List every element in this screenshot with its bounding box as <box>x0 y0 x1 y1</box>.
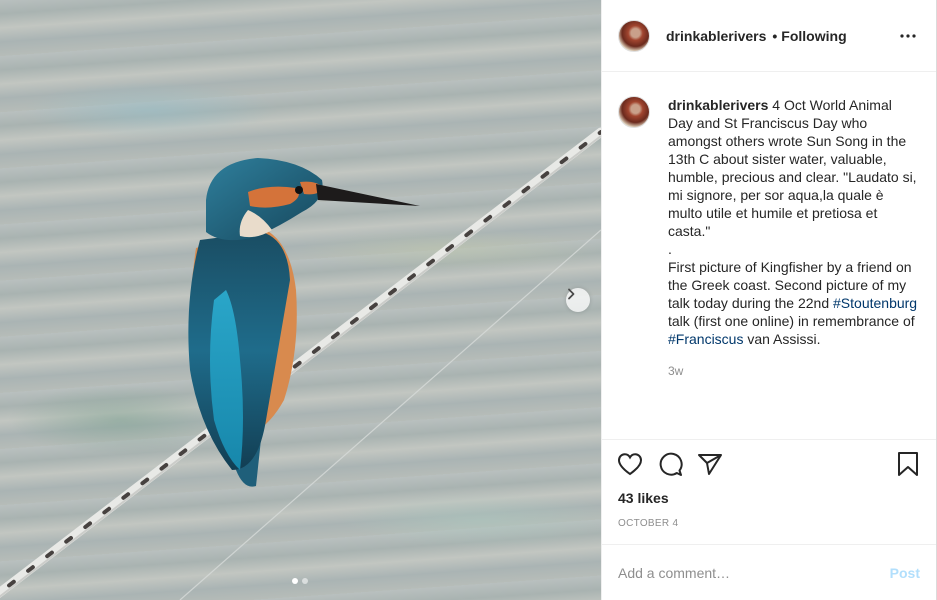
caption-avatar[interactable] <box>618 96 650 128</box>
post-actions-section: 43 likes OCTOBER 4 Post <box>602 439 936 600</box>
likes-count[interactable]: 43 likes <box>602 488 936 508</box>
kingfisher <box>188 158 420 487</box>
comments-area: drinkablerivers 4 Oct World Animal Day a… <box>602 72 936 439</box>
post-comment-button[interactable]: Post <box>890 565 920 581</box>
caption-text-part-2: talk (first one online) in remembrance o… <box>668 313 915 329</box>
carousel-indicator <box>292 578 308 584</box>
hashtag-link[interactable]: #Franciscus <box>668 331 743 347</box>
add-comment-bar: Post <box>602 544 936 600</box>
post-date[interactable]: OCTOBER 4 <box>602 512 936 536</box>
following-button[interactable]: Following <box>781 28 846 44</box>
heart-icon <box>617 453 643 476</box>
caption-username[interactable]: drinkablerivers <box>668 97 768 113</box>
header-separator: • <box>772 27 778 44</box>
header-username[interactable]: drinkablerivers <box>666 28 766 44</box>
caption-text-part-3: van Assissi. <box>743 331 821 347</box>
more-horizontal-icon <box>900 33 916 38</box>
caption-time-ago[interactable]: 3w <box>668 362 920 380</box>
carousel-dot <box>302 578 308 584</box>
kingfisher-photo <box>0 127 601 600</box>
caption-text-part-1: 4 Oct World Animal Day and St Franciscus… <box>668 97 917 311</box>
chevron-right-icon <box>568 288 575 300</box>
next-slide-button[interactable] <box>566 288 590 312</box>
avatar[interactable] <box>618 19 650 52</box>
paper-plane-icon <box>698 454 722 475</box>
caption-text: drinkablerivers 4 Oct World Animal Day a… <box>668 96 920 348</box>
comment-input[interactable] <box>618 564 890 581</box>
post-side-panel: drinkablerivers • Following drinkableriv… <box>601 0 937 600</box>
like-button[interactable] <box>610 444 650 484</box>
bookmark-icon <box>898 452 918 476</box>
comment-button[interactable] <box>650 444 690 484</box>
caption: drinkablerivers 4 Oct World Animal Day a… <box>618 88 920 380</box>
share-button[interactable] <box>690 444 730 484</box>
action-bar <box>602 440 936 488</box>
comment-icon <box>659 452 683 476</box>
post-image[interactable] <box>0 0 601 600</box>
more-options-button[interactable] <box>896 30 920 42</box>
instagram-post: drinkablerivers • Following drinkableriv… <box>0 0 937 600</box>
post-header: drinkablerivers • Following <box>602 0 936 72</box>
hashtag-link[interactable]: #Stoutenburg <box>833 295 917 311</box>
save-button[interactable] <box>888 444 928 484</box>
carousel-dot-active <box>292 578 298 584</box>
caption-body: drinkablerivers 4 Oct World Animal Day a… <box>668 96 920 380</box>
